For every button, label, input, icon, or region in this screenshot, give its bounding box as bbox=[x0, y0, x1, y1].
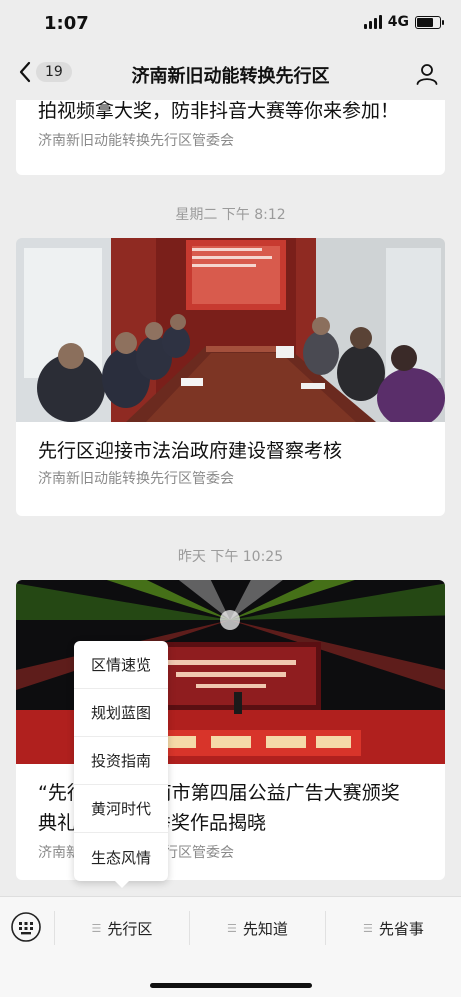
article-title: 拍视频拿大奖，防非抖音大赛等你来参加！ bbox=[38, 100, 400, 122]
person-icon bbox=[416, 64, 438, 85]
submenu-item[interactable]: 生态风情 bbox=[74, 833, 168, 881]
article-source: 济南新旧动能转换先行区管委会 bbox=[38, 471, 234, 487]
submenu-item[interactable]: 投资指南 bbox=[74, 737, 168, 785]
submenu-pointer bbox=[114, 880, 130, 888]
menu-tab-label: 先行区 bbox=[107, 920, 153, 938]
submenu-item[interactable]: 黄河时代 bbox=[74, 785, 168, 833]
menu-lines-icon: ☰ bbox=[91, 922, 102, 935]
menu-tab-xianxingqu[interactable]: ☰ 先行区 bbox=[55, 897, 189, 960]
status-bar: 1:07 4G bbox=[0, 0, 461, 48]
network-label: 4G bbox=[387, 14, 409, 30]
menu-tab-xianzhidao[interactable]: ☰ 先知道 bbox=[190, 897, 325, 960]
message-timestamp: 昨天 下午 10:25 bbox=[177, 549, 284, 565]
menu-lines-icon: ☰ bbox=[363, 922, 373, 935]
keyboard-icon bbox=[11, 912, 41, 942]
menu-tab-label: 先省事 bbox=[378, 920, 424, 938]
home-indicator[interactable] bbox=[150, 983, 312, 988]
home-indicator-area bbox=[0, 959, 461, 997]
bottom-menu-bar: ☰ 先行区 ☰ 先知道 ☰ 先省事 bbox=[0, 896, 461, 960]
submenu-popup: 区情速览 规划蓝图 投资指南 黄河时代 生态风情 bbox=[74, 641, 168, 881]
signal-icon bbox=[363, 15, 382, 29]
message-feed: 拍视频拿大奖，防非抖音大赛等你来参加！ 济南新旧动能转换先行区管委会 星期二 下… bbox=[0, 100, 461, 896]
menu-tab-label: 先知道 bbox=[242, 920, 288, 938]
keyboard-toggle-button[interactable] bbox=[10, 911, 42, 947]
article-card[interactable]: 拍视频拿大奖，防非抖音大赛等你来参加！ 济南新旧动能转换先行区管委会 bbox=[16, 100, 445, 175]
battery-level bbox=[417, 17, 433, 27]
meeting-photo bbox=[16, 238, 445, 422]
article-title: 先行区迎接市法治政府建设督察考核 bbox=[38, 440, 343, 462]
submenu-item[interactable]: 规划蓝图 bbox=[74, 689, 168, 737]
profile-button[interactable] bbox=[415, 62, 439, 90]
page-title: 济南新旧动能转换先行区 bbox=[131, 66, 330, 87]
article-card[interactable]: 先行区迎接市法治政府建设督察考核 济南新旧动能转换先行区管委会 bbox=[16, 238, 445, 516]
battery-icon bbox=[415, 15, 444, 29]
menu-tab-xianshengshi[interactable]: ☰ 先省事 bbox=[326, 897, 461, 960]
nav-bar: 19 济南新旧动能转换先行区 bbox=[0, 48, 461, 100]
status-indicators: 4G bbox=[363, 14, 444, 30]
menu-lines-icon: ☰ bbox=[227, 922, 237, 935]
status-time: 1:07 bbox=[44, 13, 89, 34]
submenu-item[interactable]: 区情速览 bbox=[74, 641, 168, 689]
article-source: 济南新旧动能转换先行区管委会 bbox=[38, 133, 234, 149]
message-timestamp: 星期二 下午 8:12 bbox=[175, 207, 286, 223]
